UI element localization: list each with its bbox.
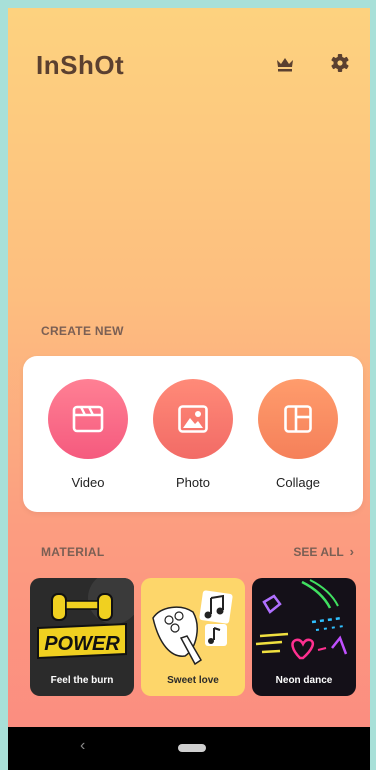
home-pill-icon[interactable] [178, 744, 206, 752]
power-sticker-text: POWER [44, 633, 120, 655]
material-tile-feel-the-burn[interactable]: POWER Feel the burn [30, 578, 134, 696]
system-navigation-bar: ‹ [8, 727, 370, 770]
collage-icon [284, 405, 312, 433]
app-screen: InShOt CREATE NEW Video Photo Collage MA… [8, 8, 370, 770]
app-header: InShOt [8, 8, 370, 108]
material-tile-label: Sweet love [167, 675, 219, 686]
create-video-button[interactable]: Video [46, 379, 130, 490]
see-all-label: SEE ALL [293, 545, 344, 559]
create-video-label: Video [71, 475, 105, 490]
create-new-label: CREATE NEW [41, 324, 124, 338]
create-collage-button[interactable]: Collage [256, 379, 340, 490]
see-all-button[interactable]: SEE ALL › [293, 544, 354, 559]
back-chevron-icon[interactable]: ‹ [80, 737, 85, 755]
app-logo: InShOt [36, 50, 125, 80]
gear-icon[interactable] [327, 50, 353, 76]
create-new-card: Video Photo Collage [23, 356, 363, 512]
photo-circle[interactable] [153, 379, 233, 459]
material-tile-sweet-love[interactable]: Sweet love [141, 578, 245, 696]
crown-icon[interactable] [272, 50, 298, 76]
collage-circle[interactable] [258, 379, 338, 459]
chevron-right-icon: › [349, 544, 354, 559]
image-icon [178, 405, 208, 433]
create-photo-button[interactable]: Photo [151, 379, 235, 490]
material-tile-label: Feel the burn [50, 675, 114, 686]
video-circle[interactable] [48, 379, 128, 459]
create-photo-label: Photo [176, 475, 210, 490]
material-label: MATERIAL [41, 545, 105, 559]
material-tile-neon-dance[interactable]: Neon dance [252, 578, 356, 696]
material-tile-label: Neon dance [275, 675, 333, 686]
clapperboard-icon [72, 405, 104, 433]
create-collage-label: Collage [275, 475, 321, 490]
